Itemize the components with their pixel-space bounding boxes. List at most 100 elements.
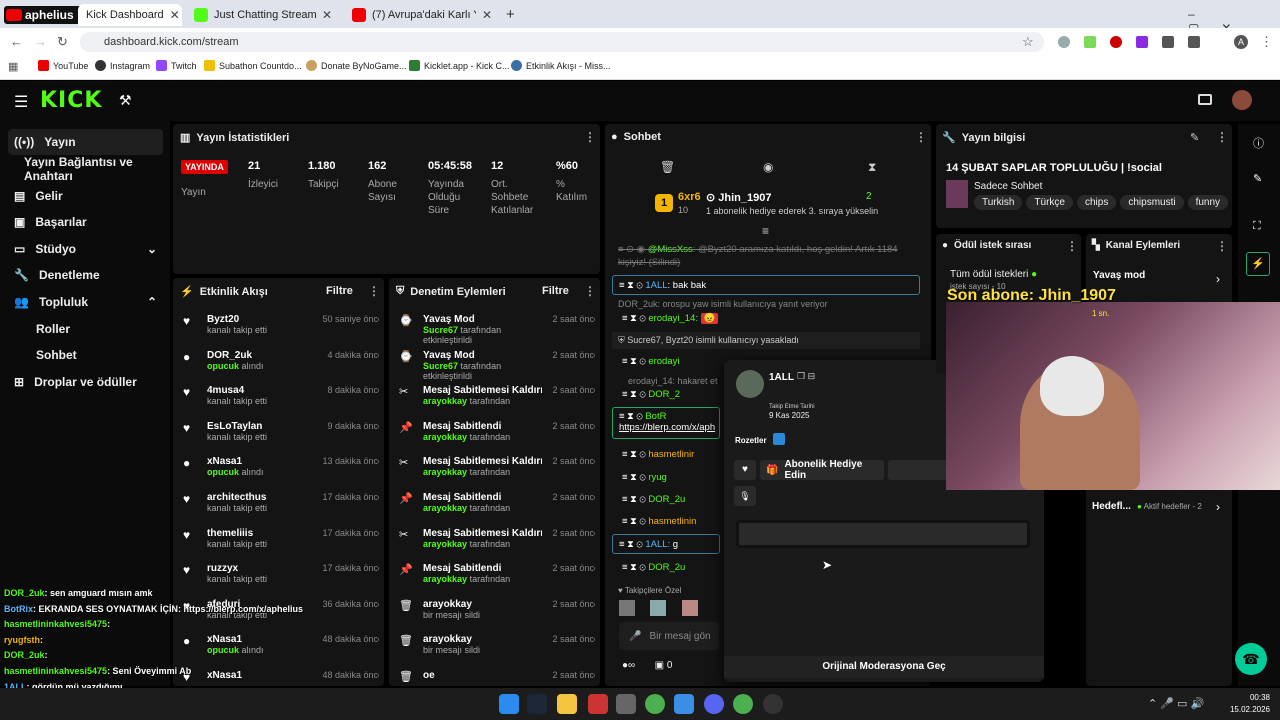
bookmark-etkinlik[interactable]: Etkinlik Akışı - Miss... [511, 60, 611, 71]
sidebar-item-basarilar[interactable]: ▣ Başarılar [8, 209, 163, 235]
moderation-item[interactable]: 📌 Mesaj Sabitlendi arayokkay tarafından 2 s… [399, 563, 595, 599]
stream-tag[interactable]: funny [1187, 195, 1229, 210]
kebab-menu-icon[interactable]: ⋮ [584, 130, 596, 144]
address-bar[interactable]: dashboard.kick.com/stream [80, 32, 1044, 52]
extension-icons[interactable] [1058, 36, 1218, 48]
hammer-icon[interactable]: ⚒ [119, 92, 132, 109]
bookmark-youtube[interactable]: YouTube [38, 60, 88, 71]
moderation-item[interactable]: ⌚ Yavaş Mod Sucre67 tarafından etkinleştir… [399, 314, 595, 350]
support-headset-icon[interactable]: ☎ [1235, 643, 1267, 675]
bookmark-subathon[interactable]: Subathon Countdo... [204, 60, 302, 71]
reload-icon[interactable]: ↻ [57, 34, 68, 50]
stream-tag[interactable]: Turkish [974, 195, 1023, 210]
chat-message[interactable]: ≡ ⧗ ⊙ DOR_2u [622, 562, 685, 573]
bookmark-star-icon[interactable]: ☆ [1022, 34, 1034, 50]
close-icon[interactable]: ✕ [170, 8, 180, 22]
tab-kick-dashboard[interactable]: Kick Dashboard ✕ [78, 4, 182, 26]
sidebar-item-studyo[interactable]: ▭ Stüdyo ⌄ [8, 236, 163, 262]
kebab-menu-icon[interactable]: ⋮ [1066, 239, 1078, 253]
user-card-message-input[interactable] [736, 520, 1030, 548]
chat-message[interactable]: ≡ ⧗ ⊙ DOR_2u [622, 494, 685, 505]
obs-icon[interactable] [763, 694, 783, 714]
collapse-icon[interactable]: ≡ [762, 224, 769, 238]
activity-item[interactable]: ♥ ruzzyx kanalı takip etti 17 dakika önce [183, 563, 379, 599]
chat-message-highlighted[interactable]: ≡ ⧗ ⊙ 1ALL: g [612, 534, 720, 554]
sidebar-item-roller[interactable]: Roller [8, 316, 163, 342]
activity-item[interactable]: ● xNasa1 opucuk alındı 48 dakika önce [183, 634, 379, 670]
stream-tag[interactable]: chips [1076, 195, 1117, 210]
activity-item[interactable]: ● DOR_2uk opucuk alındı 4 dakika önce [183, 350, 379, 386]
chat-message[interactable]: ≡ ⧗ ⊙ hasmetlinin [622, 516, 696, 527]
original-moderation-button[interactable]: Orijinal Moderasyona Geç [724, 656, 1044, 678]
hamburger-menu-icon[interactable]: ☰ [14, 92, 28, 112]
trash-icon[interactable]: 🗑 [660, 160, 675, 174]
sidebar-item-yayin[interactable]: ((•)) Yayın [8, 129, 163, 155]
new-tab-button[interactable]: + [506, 6, 515, 23]
chat-message[interactable]: ≡ ⧗ ⊙ erodayi [622, 356, 680, 367]
info-icon[interactable]: ⓘ [1253, 135, 1264, 151]
gift-box-icon[interactable] [1198, 94, 1212, 105]
edit-icon[interactable]: ✎ [1190, 131, 1199, 144]
bolt-icon[interactable]: ⚡ [1246, 252, 1270, 276]
chevron-right-icon[interactable]: › [1216, 500, 1220, 514]
activity-item[interactable]: ♥ EsLoTaylan kanalı takip etti 9 dakika önc… [183, 421, 379, 457]
chat-input[interactable]: 🎤 Bir mesaj gön [619, 622, 719, 650]
bookmark-twitch[interactable]: Twitch [156, 60, 197, 71]
chrome-icon[interactable] [645, 694, 665, 714]
stream-tag[interactable]: Türkçe [1026, 195, 1073, 210]
back-icon[interactable]: ← [10, 34, 23, 49]
message-icon[interactable]: ◉ [763, 160, 773, 174]
emote-slot[interactable] [619, 600, 635, 616]
copy-icon[interactable]: ❐ ⊟ [797, 371, 815, 382]
chrome-icon[interactable] [733, 694, 753, 714]
app-icon[interactable] [588, 694, 608, 714]
profile-avatar[interactable]: A [1234, 35, 1248, 49]
tab-just-chatting[interactable]: Just Chatting Streaming - Live S ✕ [186, 4, 340, 26]
activity-item[interactable]: ♥ 4musa4 kanalı takip etti 8 dakika önce [183, 385, 379, 421]
system-tray-icons[interactable]: ⌃ 🎤 ▭ 🔊 [1148, 697, 1204, 710]
chat-message-highlighted[interactable]: ≡ ⧗ ⊙ 1ALL: bak bak [612, 275, 920, 295]
kick-logo[interactable]: KICK [40, 88, 102, 113]
emote-slot[interactable] [650, 600, 666, 616]
heart-icon[interactable]: ♥ [734, 460, 756, 480]
user-avatar[interactable] [1232, 90, 1252, 110]
chevron-right-icon[interactable]: › [1216, 272, 1220, 286]
sidebar-item-gelir[interactable]: ▤ Gelir [8, 183, 163, 209]
moderation-item[interactable]: 🗑 arayokkay bir mesajı sildi 2 saat önce [399, 634, 595, 670]
moderation-item[interactable]: 📌 Mesaj Sabitlendi arayokkay tarafından 2 s… [399, 492, 595, 528]
activity-item[interactable]: ♥ themeliiis kanalı takip etti 17 dakika ön… [183, 528, 379, 564]
moderation-item[interactable]: 🗑 arayokkay bir mesajı sildi 2 saat önce [399, 599, 595, 635]
bookmark-instagram[interactable]: Instagram [95, 60, 150, 71]
chat-message[interactable]: ≡ ⧗ ⊙ DOR_2 [622, 389, 680, 400]
chat-message[interactable]: ≡ ⧗ ⊙ erodayi_14: 😠 [622, 313, 719, 324]
kebab-menu-icon[interactable]: ⋮ [915, 130, 927, 144]
kebab-menu-icon[interactable]: ⋮ [584, 284, 596, 298]
emote-slot[interactable] [682, 600, 698, 616]
chat-message-bot[interactable]: ≡ ⧗ ⊙ BotR https://blerp.com/x/aph [612, 407, 720, 439]
moderation-item[interactable]: ⌚ Yavaş Mod Sucre67 tarafından etkinleştir… [399, 350, 595, 386]
moderation-item[interactable]: 📌 Mesaj Sabitlendi arayokkay tarafından 2 s… [399, 421, 595, 457]
activity-item[interactable]: ● xNasa1 opucuk alındı 13 dakika önce [183, 456, 379, 492]
activity-item[interactable]: ♥ architecthus kanalı takip etti 17 dakika … [183, 492, 379, 528]
moderation-item[interactable]: 🗑 oe 2 saat önce [399, 670, 595, 686]
goals-action[interactable]: Hedefl... [1092, 501, 1131, 512]
kebab-menu-icon[interactable]: ⋮ [1216, 239, 1228, 253]
forward-icon[interactable]: → [34, 34, 47, 49]
mic-off-icon[interactable]: 🎙 [734, 486, 756, 506]
app-icon[interactable] [674, 694, 694, 714]
kebab-menu-icon[interactable]: ⋮ [368, 284, 380, 298]
app-icon[interactable] [616, 694, 636, 714]
browser-menu-icon[interactable]: ⋮ [1260, 34, 1273, 50]
gift-subscription-button[interactable]: 🎁 Abonelik Hediye Edin [760, 459, 884, 481]
chat-message[interactable]: ≡ ⧗ ⊙ hasmetlinir [622, 449, 694, 460]
sidebar-item-droplar[interactable]: ⊞ Droplar ve ödüller [8, 369, 163, 395]
close-icon[interactable]: ✕ [322, 8, 332, 22]
discord-icon[interactable] [704, 694, 724, 714]
chat-footer-icons[interactable]: ●∞ ▣ 0 [622, 660, 672, 671]
bookmark-kicklet[interactable]: Kicklet.app - Kick C... [409, 60, 510, 71]
moderation-item[interactable]: ✂ Mesaj Sabitlemesi Kaldırıldı arayokkay t… [399, 456, 595, 492]
chat-message[interactable]: ≡ ⧗ ⊙ ryug [622, 472, 667, 483]
stream-tag[interactable]: chipsmusti [1120, 195, 1184, 210]
moderation-item[interactable]: ✂ Mesaj Sabitlemesi Kaldırıldı arayokkay t… [399, 385, 595, 421]
close-icon[interactable]: ✕ [482, 8, 492, 22]
